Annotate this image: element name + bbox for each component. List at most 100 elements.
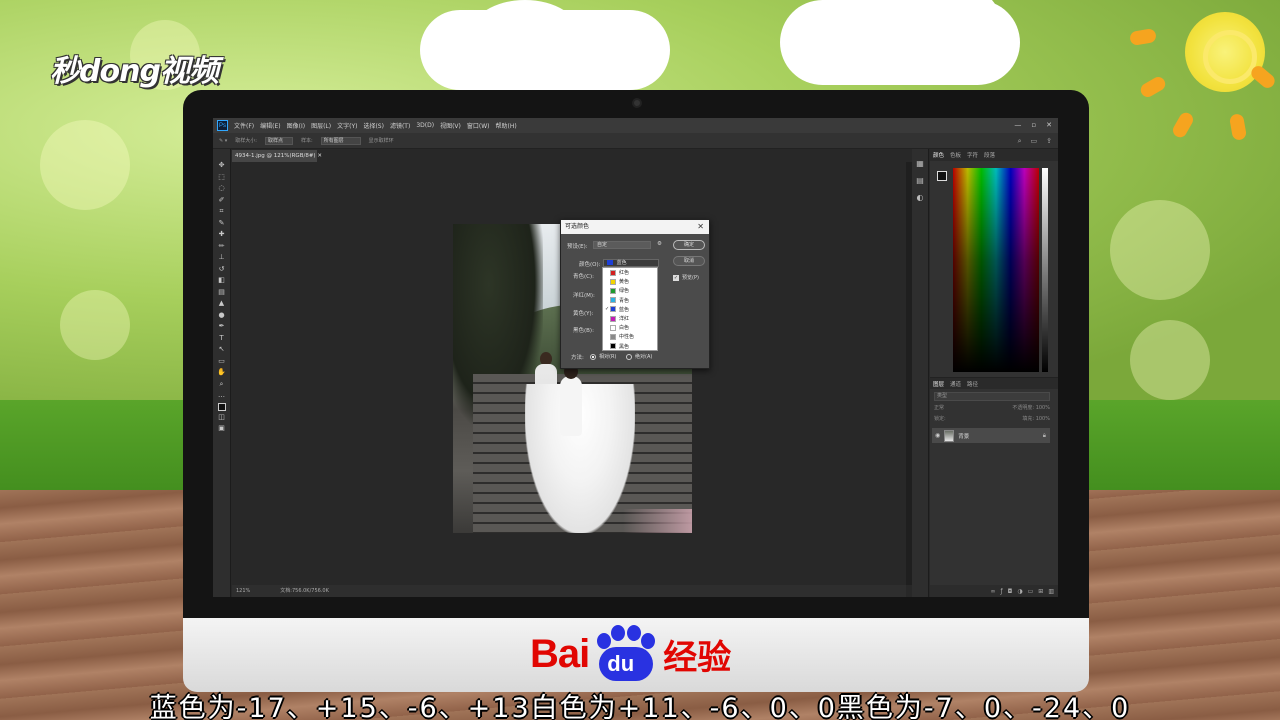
dodge-tool-icon[interactable]: ● (217, 311, 227, 321)
link-icon[interactable]: ∞ (991, 588, 996, 595)
tab-paragraph[interactable]: 段落 (984, 151, 995, 159)
eyedropper-tool-icon[interactable]: ✎ (217, 219, 227, 229)
more-tools-icon[interactable]: … (217, 391, 227, 401)
layer-filter-input[interactable]: 类型 (934, 392, 1050, 401)
menu-select[interactable]: 选择(S) (363, 121, 384, 130)
menu-3d[interactable]: 3D(D) (416, 122, 434, 129)
ok-button[interactable]: 确定 (673, 240, 705, 250)
dropdown-option-3[interactable]: 青色 (603, 296, 657, 305)
menu-image[interactable]: 图像(I) (287, 121, 305, 130)
baidu-logo-bai: Bai (530, 631, 590, 676)
tab-character[interactable]: 字符 (967, 151, 978, 159)
tab-swatches[interactable]: 色板 (950, 151, 961, 159)
color-ramp-slider[interactable] (1042, 168, 1048, 372)
tab-paths[interactable]: 路径 (967, 380, 978, 388)
menu-window[interactable]: 窗口(W) (467, 121, 490, 130)
eye-icon[interactable]: ◉ (935, 432, 940, 439)
sample-size-select[interactable]: 取样点 (264, 136, 293, 145)
baidu-logo-du: du (607, 651, 635, 676)
share-icon[interactable]: ⇪ (1046, 137, 1052, 146)
menu-edit[interactable]: 编辑(E) (260, 121, 280, 130)
colors-select[interactable]: 蓝色 (603, 259, 659, 267)
dropdown-option-5[interactable]: 洋红 (603, 314, 657, 323)
healing-tool-icon[interactable]: ✚ (217, 230, 227, 240)
quick-select-tool-icon[interactable]: ✐ (217, 196, 227, 206)
hand-tool-icon[interactable]: ✋ (217, 368, 227, 378)
dropdown-option-4[interactable]: ✓ 蓝色 (603, 305, 657, 314)
menu-layer[interactable]: 图层(L) (311, 121, 331, 130)
eyedropper-icon[interactable]: ✎ ▾ (219, 138, 227, 144)
tab-color[interactable]: 颜色 (933, 151, 944, 159)
lasso-tool-icon[interactable]: ◌ (217, 184, 227, 194)
gradient-tool-icon[interactable]: ▤ (217, 288, 227, 298)
color-panel-swatch[interactable] (937, 171, 947, 181)
blur-tool-icon[interactable]: ▲ (217, 299, 227, 309)
preset-select[interactable]: 自定 (593, 241, 651, 249)
shape-tool-icon[interactable]: ▭ (217, 357, 227, 367)
close-icon[interactable]: ✕ (1046, 121, 1052, 129)
opacity-field[interactable]: 不透明度: 100% (1012, 404, 1050, 413)
options-bar: ✎ ▾ 取样大小: 取样点 样本: 所有图层 显示取样环 ⌕ ▭ ⇪ (213, 133, 1058, 149)
search-icon[interactable]: ⌕ (1018, 137, 1022, 146)
move-tool-icon[interactable]: ✥ (217, 161, 227, 171)
workspace-icon[interactable]: ▭ (1031, 137, 1038, 146)
sample-select[interactable]: 所有图层 (320, 136, 361, 145)
crop-tool-icon[interactable]: ⌗ (217, 207, 227, 217)
preview-checkbox[interactable]: ✓ 预览(P) (673, 274, 699, 281)
dropdown-option-6[interactable]: 白色 (603, 323, 657, 332)
lock-label: 锁定: (934, 416, 946, 422)
fill-field[interactable]: 填充: 100% (1022, 415, 1050, 424)
dropdown-option-8[interactable]: 黑色 (603, 342, 657, 351)
zoom-tool-icon[interactable]: ⌕ (217, 380, 227, 390)
type-tool-icon[interactable]: T (217, 334, 227, 344)
method-relative-radio[interactable]: 相对(R) (590, 353, 616, 360)
history-panel-icon[interactable]: ▦ (916, 159, 924, 168)
screen-mode-icon[interactable]: ▣ (217, 424, 227, 434)
fx-icon[interactable]: ƒ (1001, 588, 1003, 595)
quick-mask-icon[interactable]: ◫ (217, 413, 227, 423)
tab-channels[interactable]: 通道 (950, 380, 961, 388)
eraser-tool-icon[interactable]: ◧ (217, 276, 227, 286)
dropdown-option-0[interactable]: 红色 (603, 268, 657, 277)
dropdown-option-2[interactable]: 绿色 (603, 286, 657, 295)
maximize-icon[interactable]: ▫ (1031, 121, 1036, 129)
layer-row[interactable]: ◉ 背景 🔒︎ (932, 428, 1050, 443)
minimize-icon[interactable]: — (1014, 121, 1021, 129)
tab-layers[interactable]: 图层 (933, 380, 944, 388)
cancel-button[interactable]: 取消 (673, 256, 705, 266)
sun-icon (1185, 12, 1265, 92)
menu-type[interactable]: 文字(Y) (337, 121, 357, 130)
history-brush-icon[interactable]: ↺ (217, 265, 227, 275)
mask-icon[interactable]: ◘ (1008, 588, 1013, 595)
blend-mode-select[interactable]: 正常 (934, 404, 944, 413)
color-spectrum[interactable] (953, 168, 1039, 372)
document-tab[interactable]: 4934-1.jpg @ 121%(RGB/8#) ✕ (232, 150, 322, 162)
menu-help[interactable]: 帮助(H) (496, 121, 517, 130)
adjustment-layer-icon[interactable]: ◑ (1017, 588, 1022, 595)
lock-row: 锁定: 填充: 100% (934, 415, 1050, 424)
adjustments-panel-icon[interactable]: ◐ (917, 193, 924, 202)
dropdown-option-7[interactable]: 中性色 (603, 332, 657, 341)
pen-tool-icon[interactable]: ✒ (217, 322, 227, 332)
group-icon[interactable]: ▭ (1028, 588, 1034, 595)
zoom-level[interactable]: 121% (236, 585, 250, 597)
method-absolute-radio[interactable]: 绝对(A) (626, 353, 652, 360)
dropdown-option-label: 中性色 (619, 334, 635, 341)
stamp-tool-icon[interactable]: ⊥ (217, 253, 227, 263)
close-icon[interactable]: ✕ (697, 220, 704, 234)
dropdown-option-1[interactable]: 黄色 (603, 277, 657, 286)
marquee-tool-icon[interactable]: ⬚ (217, 173, 227, 183)
color-swatch (610, 315, 616, 322)
trash-icon[interactable]: ▥ (1048, 588, 1054, 595)
path-select-tool-icon[interactable]: ↖ (217, 345, 227, 355)
menu-filter[interactable]: 滤镜(T) (390, 121, 410, 130)
show-sampling-ring-checkbox[interactable]: 显示取样环 (369, 137, 394, 144)
gear-icon[interactable]: ⚙ (657, 241, 662, 247)
brush-tool-icon[interactable]: ✏ (217, 242, 227, 252)
close-tab-icon[interactable]: ✕ (317, 153, 322, 159)
menu-file[interactable]: 文件(F) (234, 121, 254, 130)
new-layer-icon[interactable]: ⊞ (1038, 588, 1043, 595)
menu-view[interactable]: 视图(V) (440, 121, 461, 130)
foreground-color-swatch[interactable] (217, 402, 226, 411)
properties-panel-icon[interactable]: ▤ (916, 176, 924, 185)
